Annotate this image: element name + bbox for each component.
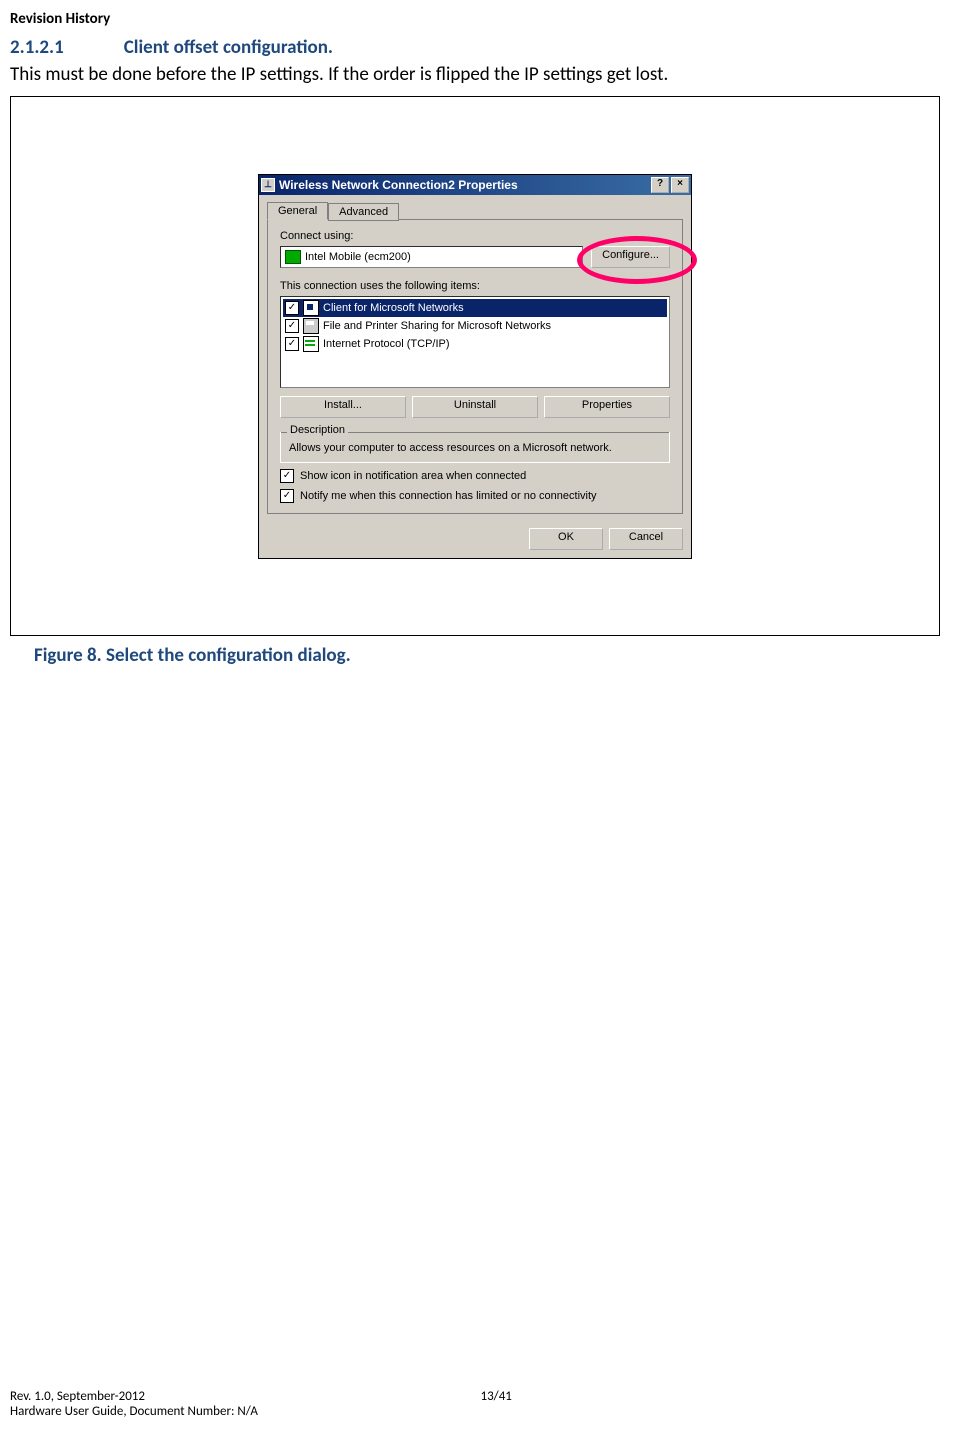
client-icon — [303, 300, 319, 316]
show-icon-label: Show icon in notification area when conn… — [300, 470, 526, 482]
list-item[interactable]: ✓ File and Printer Sharing for Microsoft… — [283, 317, 667, 335]
printer-icon — [303, 318, 319, 334]
tab-strip: General Advanced — [259, 195, 691, 219]
checkbox-icon[interactable]: ✓ — [285, 301, 299, 315]
protocol-icon — [303, 336, 319, 352]
configure-button[interactable]: Configure... — [591, 246, 670, 268]
properties-dialog: ⊥ Wireless Network Connection2 Propertie… — [258, 174, 692, 559]
checkbox-icon[interactable]: ✓ — [280, 489, 294, 503]
checkbox-icon[interactable]: ✓ — [280, 469, 294, 483]
ok-button[interactable]: OK — [529, 528, 603, 550]
list-item[interactable]: ✓ Client for Microsoft Networks — [283, 299, 667, 317]
adapter-field: Intel Mobile (ecm200) — [280, 246, 583, 268]
figure-frame: ⊥ Wireless Network Connection2 Propertie… — [10, 96, 940, 636]
app-icon: ⊥ — [261, 178, 275, 192]
dialog-title: Wireless Network Connection2 Properties — [279, 178, 518, 192]
notify-label: Notify me when this connection has limit… — [300, 490, 597, 502]
items-label: This connection uses the following items… — [280, 280, 670, 292]
figure-caption: Figure 8. Select the configuration dialo… — [34, 644, 951, 667]
footer-doc: Hardware User Guide, Document Number: N/… — [10, 1404, 951, 1419]
section-heading: 2.1.2.1 Client offset configuration. — [10, 36, 951, 59]
section-title: Client offset configuration. — [124, 36, 333, 59]
items-list[interactable]: ✓ Client for Microsoft Networks ✓ File a… — [280, 296, 670, 388]
cancel-button[interactable]: Cancel — [609, 528, 683, 550]
footer-rev: Rev. 1.0, September-2012 — [10, 1389, 481, 1404]
page-footer: Rev. 1.0, September-2012 13/41 Hardware … — [10, 1389, 951, 1419]
dialog-titlebar: ⊥ Wireless Network Connection2 Propertie… — [259, 175, 691, 195]
adapter-name: Intel Mobile (ecm200) — [305, 251, 411, 263]
description-group: Description Allows your computer to acce… — [280, 432, 670, 463]
connect-using-label: Connect using: — [280, 230, 670, 242]
dialog-footer: OK Cancel — [259, 522, 691, 558]
item-label: File and Printer Sharing for Microsoft N… — [323, 320, 551, 332]
properties-button[interactable]: Properties — [544, 396, 670, 418]
tab-body: Connect using: Intel Mobile (ecm200) Con… — [267, 219, 683, 514]
install-button[interactable]: Install... — [280, 396, 406, 418]
checkbox-icon[interactable]: ✓ — [285, 337, 299, 351]
tab-general[interactable]: General — [267, 202, 328, 220]
description-legend: Description — [287, 424, 348, 436]
checkbox-icon[interactable]: ✓ — [285, 319, 299, 333]
item-label: Client for Microsoft Networks — [323, 302, 464, 314]
close-button[interactable]: × — [671, 177, 689, 193]
notify-row[interactable]: ✓ Notify me when this connection has lim… — [280, 489, 670, 503]
adapter-icon — [285, 250, 301, 264]
description-text: Allows your computer to access resources… — [289, 442, 661, 454]
item-label: Internet Protocol (TCP/IP) — [323, 338, 450, 350]
show-icon-row[interactable]: ✓ Show icon in notification area when co… — [280, 469, 670, 483]
help-button[interactable]: ? — [651, 177, 669, 193]
section-number: 2.1.2.1 — [10, 36, 64, 59]
uninstall-button[interactable]: Uninstall — [412, 396, 538, 418]
tab-advanced[interactable]: Advanced — [328, 203, 399, 221]
list-item[interactable]: ✓ Internet Protocol (TCP/IP) — [283, 335, 667, 353]
page-header: Revision History — [10, 10, 951, 28]
footer-page: 13/41 — [481, 1389, 952, 1404]
section-body: This must be done before the IP settings… — [10, 63, 951, 86]
